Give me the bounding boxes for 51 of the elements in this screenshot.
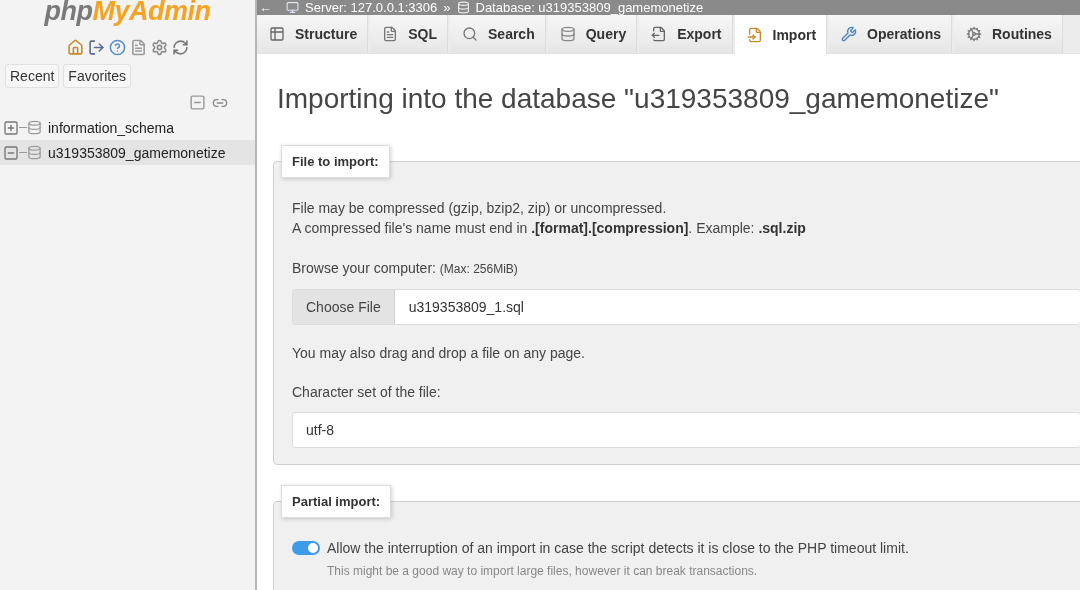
database-name[interactable]: information_schema bbox=[48, 119, 175, 136]
charset-label: Character set of the file: bbox=[292, 383, 442, 402]
table-icon bbox=[269, 26, 285, 42]
database-name[interactable]: u319353809_gamemonetize bbox=[48, 144, 226, 161]
document-icon[interactable] bbox=[129, 39, 147, 56]
tree-row[interactable]: u319353809_gamemonetize bbox=[0, 140, 255, 165]
section-legend: Partial import: bbox=[281, 485, 392, 518]
home-icon[interactable] bbox=[66, 39, 84, 56]
toggle-switch[interactable] bbox=[292, 541, 320, 555]
tab[interactable]: Operations bbox=[829, 15, 952, 53]
note-text: File may be compressed (gzip, bzip2, zip) or uncompressed. bbox=[292, 199, 668, 218]
tab[interactable]: SQL bbox=[370, 15, 448, 53]
note-text: A compressed file's name must end in .[format].[compression]. Example: .sql.zip bbox=[292, 219, 807, 238]
database-icon bbox=[27, 145, 42, 160]
sidebar-button[interactable]: Recent bbox=[5, 64, 60, 88]
option-hint: This might be a good way to import large files, however it can break transactions. bbox=[327, 564, 759, 578]
file-input[interactable]: Choose File u319353809_1.sql bbox=[292, 289, 1080, 325]
export-icon bbox=[651, 26, 668, 42]
collapse-icon[interactable] bbox=[189, 94, 206, 111]
expand-icon[interactable] bbox=[3, 119, 19, 136]
breadcrumb-separator: » bbox=[443, 0, 451, 15]
choose-file-button[interactable]: Choose File bbox=[293, 290, 395, 324]
gears-icon bbox=[966, 26, 982, 42]
database-icon bbox=[456, 1, 470, 14]
settings-icon[interactable] bbox=[150, 39, 168, 56]
option-label: Allow the interruption of an import in case the script detects it is close to the PHP timeout limit. bbox=[327, 539, 909, 558]
server-icon bbox=[286, 1, 299, 14]
tab[interactable]: Import bbox=[734, 15, 828, 54]
logout-icon[interactable] bbox=[87, 39, 105, 56]
logo[interactable]: phpMyAdmin bbox=[44, 0, 211, 24]
tab[interactable]: Export bbox=[639, 15, 733, 53]
tab[interactable]: Structure bbox=[257, 15, 369, 53]
tab[interactable]: Search bbox=[450, 15, 546, 53]
wrench-icon bbox=[841, 26, 858, 42]
sidebar-button[interactable]: Favorites bbox=[63, 64, 131, 88]
search-icon bbox=[462, 26, 478, 42]
tab[interactable]: Query bbox=[547, 15, 638, 53]
section-legend: File to import: bbox=[281, 145, 390, 178]
document-icon bbox=[382, 26, 399, 42]
reload-icon[interactable] bbox=[171, 39, 189, 56]
import-icon bbox=[746, 26, 763, 43]
database-icon bbox=[559, 26, 576, 42]
tab[interactable]: Routines bbox=[954, 15, 1063, 53]
page-heading: Importing into the database "u319353809_gamemonetize" bbox=[277, 83, 1000, 115]
tree-row[interactable]: information_schema bbox=[0, 115, 255, 140]
collapse-icon[interactable] bbox=[3, 144, 19, 161]
drag-note: You may also drag and drop a file on any page. bbox=[292, 344, 586, 363]
charset-select[interactable]: utf-8 bbox=[292, 412, 1080, 448]
help-icon[interactable] bbox=[108, 39, 126, 56]
database-icon bbox=[27, 120, 42, 135]
browse-label: Browse your computer: (Max: 256MiB) bbox=[292, 259, 519, 278]
